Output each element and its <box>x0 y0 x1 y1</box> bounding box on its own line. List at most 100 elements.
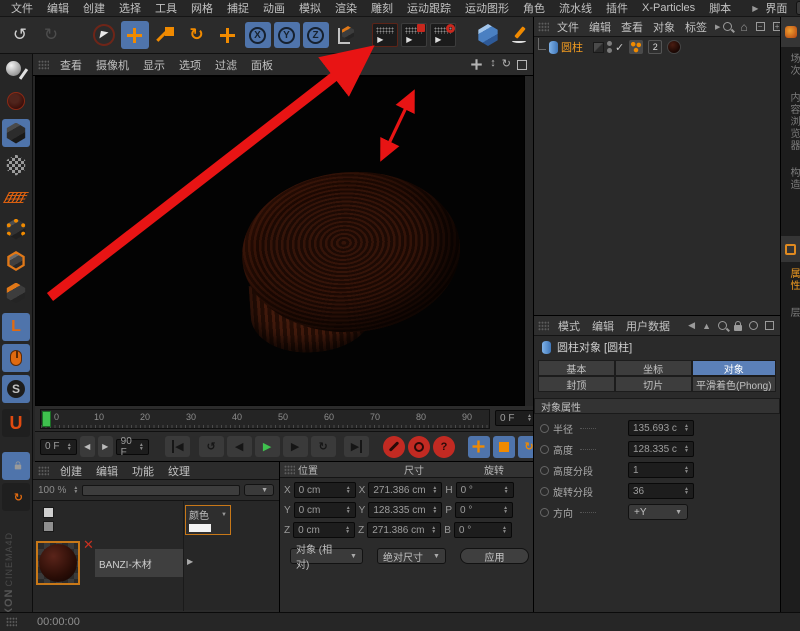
viewport-pan-icon[interactable] <box>472 59 483 70</box>
param-toggle-icon[interactable] <box>540 487 549 496</box>
menu-pipeline[interactable]: 流水线 <box>552 0 599 16</box>
spinner-icon[interactable]: ▲▼ <box>136 443 144 451</box>
om-menu-view[interactable]: 查看 <box>616 19 648 35</box>
viewport-orbit-icon[interactable]: ↻ <box>502 57 511 72</box>
material-tag[interactable] <box>667 40 681 54</box>
tab-layers[interactable]: 层 <box>781 301 800 325</box>
scale-tool[interactable] <box>152 21 180 49</box>
redo-button[interactable]: ↻ <box>37 21 65 49</box>
pos-z-field[interactable]: 0 cm▲▼ <box>293 522 355 538</box>
menu-file[interactable]: 文件 <box>4 0 40 16</box>
color-channel-cell[interactable]: 颜色 ▼ <box>185 505 231 535</box>
undo-button[interactable]: ↺ <box>6 21 34 49</box>
viewport-maximize-icon[interactable] <box>517 60 527 70</box>
lock-x-axis-button[interactable]: X <box>245 22 271 48</box>
panel-grip[interactable] <box>38 466 49 476</box>
edit-render-settings-button[interactable]: ▶ <box>430 23 456 47</box>
viewport-menu-view[interactable]: 查看 <box>53 57 89 73</box>
lock-icon[interactable] <box>734 325 742 331</box>
material-zoom-slider[interactable] <box>82 485 240 496</box>
menu-motion-tracker[interactable]: 运动跟踪 <box>400 0 458 16</box>
rot-p-field[interactable]: 0 °▲▼ <box>455 502 513 518</box>
am-menu-edit[interactable]: 编辑 <box>586 318 620 334</box>
viewport-dolly-icon[interactable]: ↕ <box>490 57 496 72</box>
spinner-icon[interactable]: ▲▼ <box>524 414 532 422</box>
search-icon[interactable] <box>723 22 732 31</box>
frame-fwd-button[interactable]: ▶ <box>98 436 113 457</box>
key-position-toggle[interactable] <box>468 436 490 458</box>
timeline-ruler[interactable]: 0 10 20 30 40 50 60 70 80 90 <box>40 409 490 429</box>
material-view-dropdown[interactable]: ▼ <box>244 484 274 496</box>
object-properties-header[interactable]: 对象属性 <box>534 398 780 414</box>
model-mode-button[interactable] <box>2 87 30 115</box>
tab-coordinates[interactable]: 坐标 <box>615 360 692 376</box>
texture-tag[interactable]: 2 <box>648 40 662 54</box>
om-menu-objects[interactable]: 对象 <box>648 19 680 35</box>
viewport-canvas[interactable] <box>35 76 525 406</box>
render-to-picture-viewer-button[interactable]: ▶ <box>401 23 427 47</box>
tab-takes[interactable]: 场次 <box>781 47 800 83</box>
rotation-segments-field[interactable]: 36▲▼ <box>628 483 694 499</box>
param-toggle-icon[interactable] <box>540 424 549 433</box>
menu-plugins[interactable]: 插件 <box>599 0 635 16</box>
menu-mograph[interactable]: 运动图形 <box>458 0 516 16</box>
viewport-solo-button[interactable] <box>2 344 30 372</box>
height-field[interactable]: 128.335 c▲▼ <box>628 441 694 457</box>
rot-b-field[interactable]: 0 °▲▼ <box>454 522 512 538</box>
size-y-field[interactable]: 128.335 cm▲▼ <box>368 502 442 518</box>
key-scale-toggle[interactable] <box>493 436 515 458</box>
menu-xparticles[interactable]: X-Particles <box>635 2 702 14</box>
nav-up-icon[interactable]: ▲ <box>702 321 711 331</box>
goto-end-button[interactable]: ▶ <box>344 436 369 457</box>
play-button[interactable]: ▶ <box>255 436 280 457</box>
prev-frame-button[interactable]: ◀ <box>227 436 252 457</box>
material-name-cell[interactable]: BANZI-木材 <box>95 549 183 577</box>
om-menu-tags[interactable]: 标签 <box>680 19 712 35</box>
nav-back-icon[interactable]: ◀ <box>688 320 695 331</box>
lock-z-axis-button[interactable]: Z <box>303 22 329 48</box>
height-segments-field[interactable]: 1▲▼ <box>628 462 694 478</box>
menu-select[interactable]: 选择 <box>112 0 148 16</box>
points-mode-button[interactable] <box>2 215 30 243</box>
layer-color-box[interactable] <box>593 42 604 53</box>
make-editable-button[interactable] <box>2 56 30 84</box>
radius-field[interactable]: 135.693 c▲▼ <box>628 420 694 436</box>
enabled-check-icon[interactable]: ✓ <box>615 41 624 54</box>
tab-objects-active[interactable] <box>781 17 800 47</box>
object-mode-button[interactable] <box>2 119 30 147</box>
param-toggle-icon[interactable] <box>540 445 549 454</box>
texture-mode-button[interactable] <box>2 151 30 179</box>
rot-h-field[interactable]: 0 °▲▼ <box>456 482 514 498</box>
panel-grip[interactable] <box>538 321 549 331</box>
menu-simulate[interactable]: 模拟 <box>292 0 328 16</box>
menu-snap[interactable]: 捕捉 <box>220 0 256 16</box>
om-menu-file[interactable]: 文件 <box>552 19 584 35</box>
param-toggle-icon[interactable] <box>540 508 549 517</box>
last-tool-button[interactable] <box>214 21 242 49</box>
apply-button[interactable]: 应用 <box>460 548 529 564</box>
edges-mode-button[interactable] <box>2 247 30 275</box>
am-menu-mode[interactable]: 模式 <box>552 318 586 334</box>
workplane-mode-button[interactable] <box>2 183 30 211</box>
tab-caps[interactable]: 封顶 <box>538 376 615 392</box>
tab-slice[interactable]: 切片 <box>615 376 692 392</box>
panel-grip[interactable] <box>38 60 49 70</box>
polygons-mode-button[interactable] <box>2 279 30 307</box>
tab-content-browser[interactable]: 内容浏览器 <box>781 86 800 158</box>
viewport-menu-options[interactable]: 选项 <box>172 57 208 73</box>
end-frame-field[interactable]: 0 F ▲▼ <box>495 410 537 426</box>
material-preview[interactable] <box>36 541 80 585</box>
layer-checkbox-2[interactable] <box>43 521 54 532</box>
goto-prev-key-button[interactable]: ↺ <box>199 436 224 457</box>
material-expand-icon[interactable]: ▶ <box>187 557 193 566</box>
panel-grip[interactable] <box>284 465 295 475</box>
coordinate-system-button[interactable] <box>332 21 360 49</box>
goto-start-button[interactable]: ◀ <box>165 436 190 457</box>
coord-mode-dropdown[interactable]: 对象 (相对)▼ <box>290 548 363 564</box>
workplane-rotate-button[interactable]: ↻ <box>2 483 30 511</box>
material-menu-function[interactable]: 功能 <box>125 463 161 479</box>
magnet-tool-button[interactable]: U <box>2 409 30 437</box>
orientation-dropdown[interactable]: +Y▼ <box>628 504 688 520</box>
menu-edit[interactable]: 编辑 <box>40 0 76 16</box>
search-icon[interactable] <box>718 321 727 330</box>
